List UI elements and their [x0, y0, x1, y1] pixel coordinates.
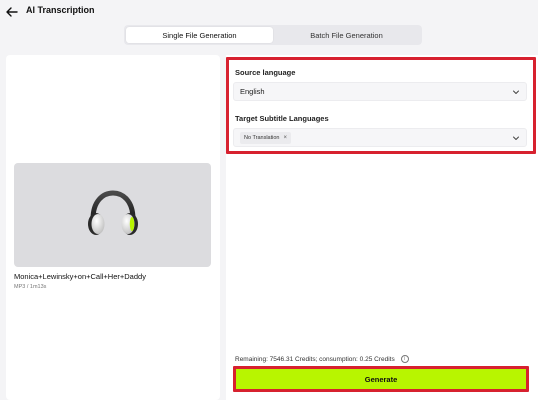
headphones-icon	[87, 190, 138, 235]
generate-button[interactable]: Generate	[236, 369, 526, 389]
credits-info: Remaining: 7546.31 Credits; consumption:…	[235, 355, 409, 363]
back-button[interactable]	[5, 5, 19, 19]
top-bar: AI Transcription	[0, 0, 538, 24]
file-thumbnail	[14, 163, 211, 267]
file-name: Monica+Lewinsky+on+Call+Her+Daddy	[14, 272, 146, 281]
info-icon[interactable]: i	[400, 355, 409, 363]
file-preview-panel: Monica+Lewinsky+on+Call+Her+Daddy MP3 / …	[6, 55, 220, 400]
tab-single-file[interactable]: Single File Generation	[126, 27, 273, 43]
file-meta: MP3 / 1m13s	[14, 284, 47, 290]
credits-text: Remaining: 7546.31 Credits; consumption:…	[235, 355, 395, 363]
settings-highlight-box	[226, 57, 536, 154]
tab-batch-file[interactable]: Batch File Generation	[273, 27, 420, 43]
page-title: AI Transcription	[26, 5, 95, 15]
generate-highlight-box: Generate	[233, 366, 529, 392]
generation-mode-tabs: Single File Generation Batch File Genera…	[124, 25, 422, 45]
arrow-left-icon	[6, 7, 18, 17]
